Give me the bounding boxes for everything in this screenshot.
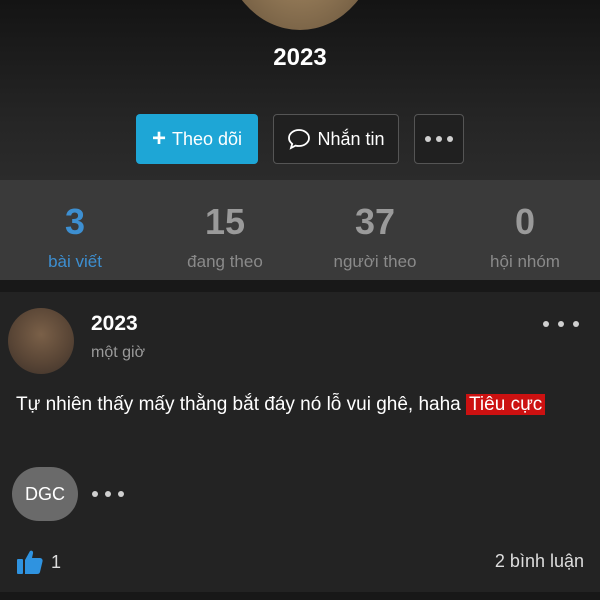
stat-label: hội nhóm bbox=[490, 252, 560, 271]
stat-value: 0 bbox=[514, 201, 536, 242]
stat-following[interactable]: 15 đang theo bbox=[150, 180, 300, 280]
stat-value: 37 bbox=[354, 201, 396, 242]
follow-label: Theo dõi bbox=[171, 128, 243, 149]
stat-groups[interactable]: 0 hội nhóm bbox=[450, 180, 600, 280]
plus-icon: + bbox=[151, 125, 166, 152]
stat-value: 15 bbox=[204, 201, 246, 242]
sentiment-badge: Tiêu cực bbox=[466, 394, 546, 415]
more-horizontal-icon bbox=[543, 321, 549, 327]
stat-posts[interactable]: 3 bài viết bbox=[0, 180, 150, 280]
post-body: Tự nhiên thấy mấy thằng bắt đáy nó lỗ vu… bbox=[16, 394, 461, 415]
stat-followers[interactable]: 37 người theo bbox=[300, 180, 450, 280]
like-count[interactable]: 1 bbox=[51, 552, 61, 573]
commenter-avatar[interactable]: DGC bbox=[12, 467, 78, 521]
profile-avatar[interactable] bbox=[222, 0, 378, 30]
chat-bubble-icon bbox=[288, 129, 311, 150]
post-bottom-divider bbox=[0, 592, 600, 600]
comment-count[interactable]: 2 bình luận bbox=[495, 551, 584, 572]
profile-more-button[interactable] bbox=[414, 114, 464, 164]
profile-name: 2023 bbox=[273, 44, 327, 71]
post-text: Tự nhiên thấy mấy thằng bắt đáy nó lỗ vu… bbox=[16, 392, 590, 418]
thumbs-up-icon[interactable] bbox=[16, 548, 44, 576]
stat-value: 3 bbox=[64, 201, 86, 242]
profile-header: 2023 + Theo dõi Nhắn tin bbox=[0, 0, 600, 180]
commenter-more-button[interactable] bbox=[92, 488, 124, 500]
stat-label: người theo bbox=[333, 252, 417, 271]
post-card: 2023 một giờ Tự nhiên thấy mấy thằng bắt… bbox=[0, 292, 600, 600]
post-author[interactable]: 2023 bbox=[91, 312, 138, 336]
post-author-avatar[interactable] bbox=[8, 308, 74, 374]
follow-button[interactable]: + Theo dõi bbox=[136, 114, 258, 164]
post-more-button[interactable] bbox=[543, 316, 579, 332]
post-time: một giờ bbox=[91, 344, 146, 361]
section-divider bbox=[0, 280, 600, 292]
profile-stats: 3 bài viết 15 đang theo 37 người theo 0 … bbox=[0, 180, 600, 280]
message-label: Nhắn tin bbox=[317, 128, 385, 149]
stat-label: đang theo bbox=[187, 252, 263, 271]
more-horizontal-icon bbox=[425, 136, 453, 142]
stat-label: bài viết bbox=[48, 252, 102, 271]
message-button[interactable]: Nhắn tin bbox=[273, 114, 399, 164]
more-horizontal-icon bbox=[92, 491, 98, 497]
